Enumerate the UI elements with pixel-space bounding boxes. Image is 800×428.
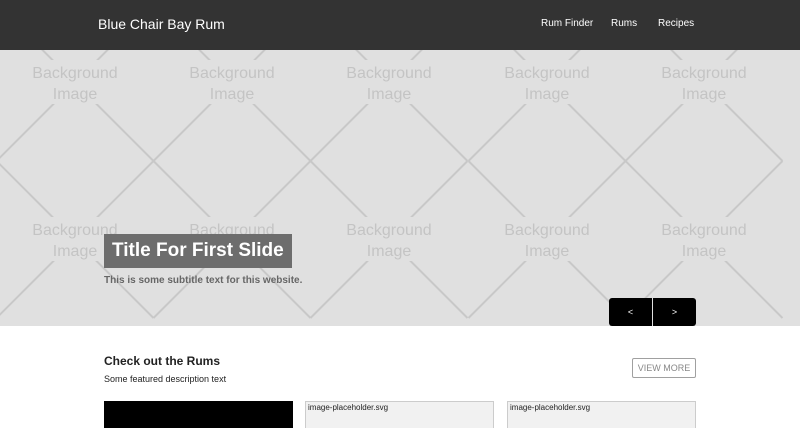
rum-card-image[interactable] bbox=[104, 401, 293, 428]
background-image-label: Background bbox=[661, 65, 746, 82]
background-image-label: Image bbox=[682, 243, 727, 260]
rum-card-image-placeholder[interactable]: image-placeholder.svg bbox=[305, 401, 494, 428]
background-image-label: Image bbox=[210, 86, 255, 103]
slide-title: Title For First Slide bbox=[104, 234, 292, 268]
nav-link-rums[interactable]: Rums bbox=[611, 18, 637, 29]
image-placeholder-label: image-placeholder.svg bbox=[510, 403, 591, 412]
background-image-label: Image bbox=[367, 86, 412, 103]
hero-carousel: Background Image Background Image Background… bbox=[0, 50, 800, 326]
background-image-label: Background bbox=[189, 65, 274, 82]
background-image-label: Image bbox=[367, 243, 412, 260]
background-image-label: Image bbox=[682, 86, 727, 103]
image-placeholder-label: image-placeholder.svg bbox=[308, 403, 389, 412]
background-image-label: Image bbox=[525, 86, 570, 103]
nav-link-recipes[interactable]: Recipes bbox=[658, 18, 694, 29]
rum-card-image-placeholder[interactable]: image-placeholder.svg bbox=[507, 401, 696, 428]
navbar: Blue Chair Bay Rum Rum Finder Rums Recip… bbox=[0, 0, 800, 50]
carousel-prev-button[interactable]: < bbox=[609, 298, 652, 326]
carousel-next-button[interactable]: > bbox=[653, 298, 696, 326]
background-image-label: Background bbox=[346, 222, 431, 239]
chevron-left-icon: < bbox=[627, 307, 634, 317]
background-image-label: Background bbox=[504, 65, 589, 82]
view-more-button[interactable]: VIEW MORE bbox=[632, 358, 696, 378]
brand-link[interactable]: Blue Chair Bay Rum bbox=[98, 16, 225, 32]
background-image-label: Image bbox=[53, 86, 98, 103]
slide-subtitle: This is some subtitle text for this webs… bbox=[104, 275, 303, 286]
section-description: Some featured description text bbox=[104, 374, 227, 384]
background-image-label: Background bbox=[504, 222, 589, 239]
background-image-label: Background bbox=[661, 222, 746, 239]
chevron-right-icon: > bbox=[671, 307, 678, 317]
background-image-label: Image bbox=[525, 243, 570, 260]
background-image-label: Background bbox=[32, 65, 117, 82]
background-image-label: Background bbox=[346, 65, 431, 82]
section-title: Check out the Rums bbox=[104, 354, 221, 368]
nav-link-rum-finder[interactable]: Rum Finder bbox=[541, 18, 593, 29]
background-image-label: Image bbox=[53, 243, 98, 260]
